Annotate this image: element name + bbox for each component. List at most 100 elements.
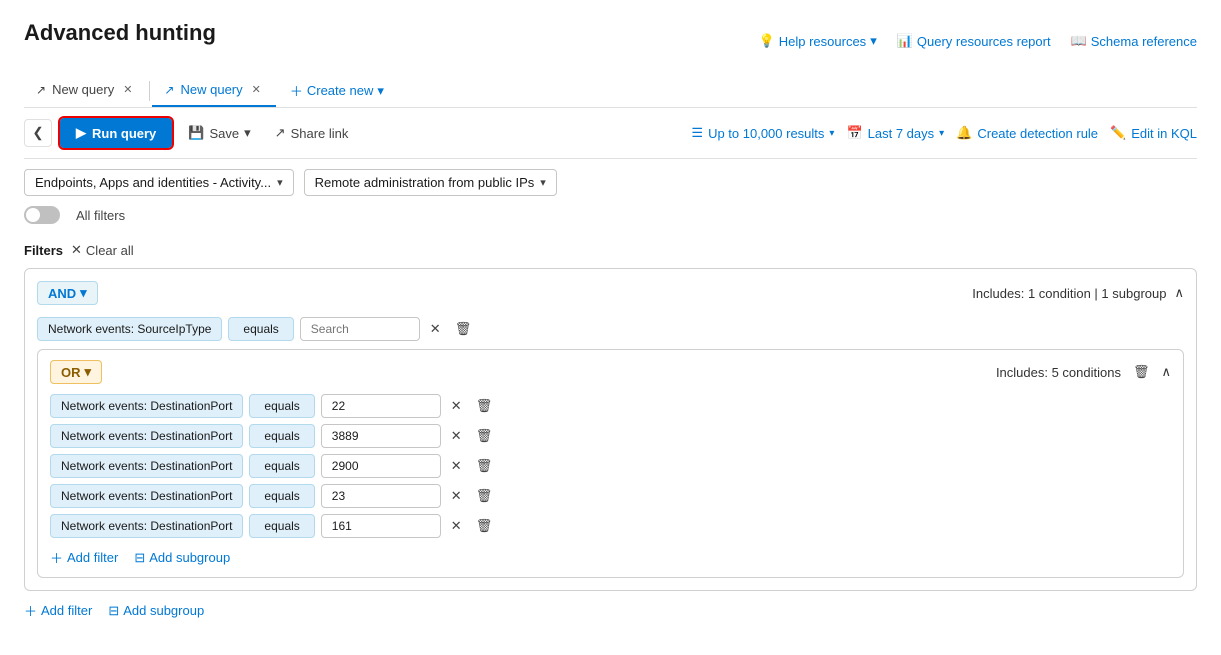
and-header: AND ▾ Includes: 1 condition | 1 subgroup… bbox=[37, 281, 1184, 305]
field-tag-dest-port-2: Network events: DestinationPort bbox=[50, 454, 243, 478]
delete-condition-button[interactable]: 🗑 bbox=[451, 319, 476, 339]
field-tag-dest-port-0: Network events: DestinationPort bbox=[50, 394, 243, 418]
list-icon: ☰ bbox=[691, 125, 703, 141]
plus-icon: ＋ bbox=[290, 81, 303, 100]
port-value-1: 3889 bbox=[321, 424, 441, 448]
port-value-4: 161 bbox=[321, 514, 441, 538]
delete-subgroup-button[interactable]: 🗑 bbox=[1129, 362, 1154, 382]
port-row-1: Network events: DestinationPort equals 3… bbox=[50, 424, 1171, 448]
share-icon: ↗ bbox=[275, 125, 286, 141]
tab-icon-1: ↗ bbox=[36, 83, 46, 97]
tab-icon-2: ↗ bbox=[164, 83, 174, 97]
includes-info: Includes: 1 condition | 1 subgroup ∧ bbox=[972, 285, 1184, 301]
help-resources-link[interactable]: 💡 Help resources ▾ bbox=[759, 33, 877, 49]
plus-icon-add-filter-bottom: ＋ bbox=[24, 601, 37, 620]
results-limit-dropdown[interactable]: ☰ Up to 10,000 results ▾ bbox=[691, 125, 834, 141]
operator-tag-1: equals bbox=[249, 424, 314, 448]
chevron-down-icon-time: ▾ bbox=[939, 128, 944, 139]
all-filters-toggle[interactable] bbox=[24, 206, 60, 224]
bottom-add-subgroup-button[interactable]: ⊟ Add subgroup bbox=[108, 603, 204, 619]
create-detection-rule-button[interactable]: 🔔 Create detection rule bbox=[956, 125, 1098, 141]
chevron-down-icon-and: ▾ bbox=[80, 285, 87, 301]
chevron-down-icon-schema: ▾ bbox=[277, 176, 283, 189]
subgroup-or: OR ▾ Includes: 5 conditions 🗑 ∧ Network … bbox=[37, 349, 1184, 578]
delete-port-1-button[interactable]: 🗑 bbox=[472, 426, 497, 446]
clear-port-1-button[interactable]: ✕ bbox=[447, 426, 466, 446]
tab-new-query-1[interactable]: ↗ New query ✕ bbox=[24, 74, 147, 107]
help-icon: 💡 bbox=[759, 33, 775, 49]
and-operator-dropdown[interactable]: AND ▾ bbox=[37, 281, 98, 305]
field-tag-dest-port-4: Network events: DestinationPort bbox=[50, 514, 243, 538]
tab-divider bbox=[149, 81, 150, 101]
port-row-4: Network events: DestinationPort equals 1… bbox=[50, 514, 1171, 538]
top-condition-row: Network events: SourceIpType equals ✕ 🗑 bbox=[37, 317, 1184, 341]
field-tag-sourceiptype: Network events: SourceIpType bbox=[37, 317, 222, 341]
delete-port-0-button[interactable]: 🗑 bbox=[472, 396, 497, 416]
port-value-3: 23 bbox=[321, 484, 441, 508]
collapse-panel-button[interactable]: ❮ bbox=[24, 119, 52, 147]
field-tag-dest-port-1: Network events: DestinationPort bbox=[50, 424, 243, 448]
bottom-add-filter-button[interactable]: ＋ Add filter bbox=[24, 601, 92, 620]
operator-tag-equals: equals bbox=[228, 317, 293, 341]
chevron-up-icon: ∧ bbox=[1174, 285, 1184, 301]
close-icon-clear: ✕ bbox=[71, 242, 82, 258]
port-row-2: Network events: DestinationPort equals 2… bbox=[50, 454, 1171, 478]
chevron-down-icon-save: ▾ bbox=[244, 125, 251, 141]
all-filters-row: All filters bbox=[24, 206, 1197, 224]
clear-port-4-button[interactable]: ✕ bbox=[447, 516, 466, 536]
page-title: Advanced hunting bbox=[24, 20, 216, 46]
clear-port-2-button[interactable]: ✕ bbox=[447, 456, 466, 476]
operator-tag-2: equals bbox=[249, 454, 314, 478]
filters-section: Filters ✕ Clear all AND ▾ Includes: 1 co… bbox=[24, 234, 1197, 628]
tab-close-2[interactable]: ✕ bbox=[249, 82, 264, 97]
chevron-down-icon-query: ▾ bbox=[540, 176, 546, 189]
save-icon: 💾 bbox=[188, 125, 204, 141]
edit-kql-button[interactable]: ✏️ Edit in KQL bbox=[1110, 125, 1197, 141]
port-value-0: 22 bbox=[321, 394, 441, 418]
operator-tag-4: equals bbox=[249, 514, 314, 538]
operator-tag-0: equals bbox=[249, 394, 314, 418]
schema-dropdown[interactable]: Endpoints, Apps and identities - Activit… bbox=[24, 169, 294, 196]
bottom-add-row: ＋ Add filter ⊟ Add subgroup bbox=[24, 601, 1197, 620]
filters-label: Filters bbox=[24, 243, 63, 258]
clear-port-0-button[interactable]: ✕ bbox=[447, 396, 466, 416]
share-link-button[interactable]: ↗ Share link bbox=[267, 119, 357, 147]
port-row-0: Network events: DestinationPort equals 2… bbox=[50, 394, 1171, 418]
or-operator-dropdown[interactable]: OR ▾ bbox=[50, 360, 102, 384]
run-query-button[interactable]: ▶ Run query bbox=[60, 118, 172, 148]
timerange-dropdown[interactable]: 📅 Last 7 days ▾ bbox=[846, 125, 944, 141]
port-value-2: 2900 bbox=[321, 454, 441, 478]
chevron-down-icon-or: ▾ bbox=[85, 364, 92, 380]
subgroup-includes-info: Includes: 5 conditions 🗑 ∧ bbox=[996, 362, 1171, 382]
tab-close-1[interactable]: ✕ bbox=[120, 82, 135, 97]
create-new-button[interactable]: ＋ Create new ▾ bbox=[280, 75, 394, 106]
schema-reference-link[interactable]: 📖 Schema reference bbox=[1071, 33, 1197, 49]
tabs-bar: ↗ New query ✕ ↗ New query ✕ ＋ Create new… bbox=[24, 74, 1197, 108]
book-icon: 📖 bbox=[1071, 33, 1087, 49]
main-filter-group: AND ▾ Includes: 1 condition | 1 subgroup… bbox=[24, 268, 1197, 591]
chevron-down-icon-results: ▾ bbox=[829, 128, 834, 139]
delete-port-3-button[interactable]: 🗑 bbox=[472, 486, 497, 506]
bell-icon: 🔔 bbox=[956, 125, 972, 141]
subgroup-add-row: ＋ Add filter ⊟ Add subgroup bbox=[50, 548, 1171, 567]
search-value-input[interactable] bbox=[300, 317, 420, 341]
calendar-icon: 📅 bbox=[846, 125, 862, 141]
tab-new-query-2[interactable]: ↗ New query ✕ bbox=[152, 74, 275, 107]
save-button[interactable]: 💾 Save ▾ bbox=[180, 119, 258, 147]
field-tag-dest-port-3: Network events: DestinationPort bbox=[50, 484, 243, 508]
clear-all-button[interactable]: ✕ Clear all bbox=[71, 242, 134, 258]
query-report-link[interactable]: 📊 Query resources report bbox=[897, 33, 1051, 49]
subgroup-add-subgroup-button[interactable]: ⊟ Add subgroup bbox=[134, 550, 230, 566]
subgroup-add-filter-button[interactable]: ＋ Add filter bbox=[50, 548, 118, 567]
query-dropdown[interactable]: Remote administration from public IPs ▾ bbox=[304, 169, 557, 196]
delete-port-4-button[interactable]: 🗑 bbox=[472, 516, 497, 536]
toolbar: ❮ ▶ Run query 💾 Save ▾ ↗ Share link ☰ Up… bbox=[24, 108, 1197, 159]
play-icon: ▶ bbox=[76, 125, 86, 141]
port-row-3: Network events: DestinationPort equals 2… bbox=[50, 484, 1171, 508]
delete-port-2-button[interactable]: 🗑 bbox=[472, 456, 497, 476]
plus-icon-add-filter-sub: ＋ bbox=[50, 548, 63, 567]
clear-port-3-button[interactable]: ✕ bbox=[447, 486, 466, 506]
grid-icon-bottom: ⊟ bbox=[108, 603, 119, 619]
clear-value-button[interactable]: ✕ bbox=[426, 319, 445, 339]
filter-bar: Endpoints, Apps and identities - Activit… bbox=[24, 159, 1197, 206]
